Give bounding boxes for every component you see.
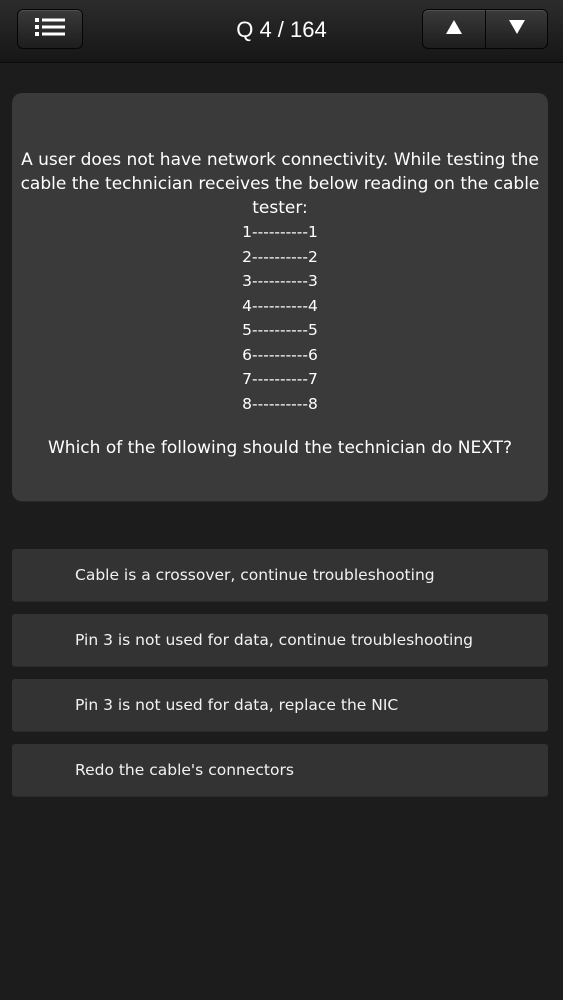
- triangle-up-icon: [445, 19, 463, 39]
- answer-option-1[interactable]: Cable is a crossover, continue troublesh…: [12, 549, 548, 602]
- question-navigation: [422, 9, 548, 49]
- menu-button[interactable]: [17, 9, 83, 49]
- top-bar: Q 4 / 164: [0, 0, 563, 63]
- previous-question-button[interactable]: [422, 9, 486, 49]
- question-line: cable the technician receives the below …: [20, 174, 540, 194]
- question-line: tester:: [252, 198, 308, 218]
- pin-reading: 8----------8: [242, 394, 318, 413]
- pin-reading: 7----------7: [242, 370, 318, 388]
- answer-option-2[interactable]: Pin 3 is not used for data, continue tro…: [12, 614, 548, 667]
- question-text: A user does not have network connectivit…: [12, 148, 548, 220]
- question-counter: Q 4 / 164: [236, 17, 327, 42]
- pin-reading: 3----------3: [242, 272, 318, 290]
- question-prompt: Which of the following should the techni…: [48, 438, 512, 458]
- list-icon: [33, 16, 67, 42]
- answer-option-4[interactable]: Redo the cable's connectors: [12, 744, 548, 797]
- answer-option-3[interactable]: Pin 3 is not used for data, replace the …: [12, 679, 548, 732]
- pin-reading: 6----------6: [242, 345, 318, 364]
- question-card: A user does not have network connectivit…: [12, 93, 548, 501]
- next-question-button[interactable]: [485, 9, 548, 49]
- question-line: A user does not have network connectivit…: [21, 150, 539, 170]
- pin-reading: 5----------5: [242, 321, 318, 339]
- pin-reading: 4----------4: [242, 296, 318, 315]
- triangle-down-icon: [508, 19, 526, 39]
- pin-reading: 2----------2: [242, 247, 318, 266]
- pin-reading: 1----------1: [242, 223, 318, 241]
- cable-tester-reading: 1----------1 2----------2 3----------3 4…: [12, 220, 548, 416]
